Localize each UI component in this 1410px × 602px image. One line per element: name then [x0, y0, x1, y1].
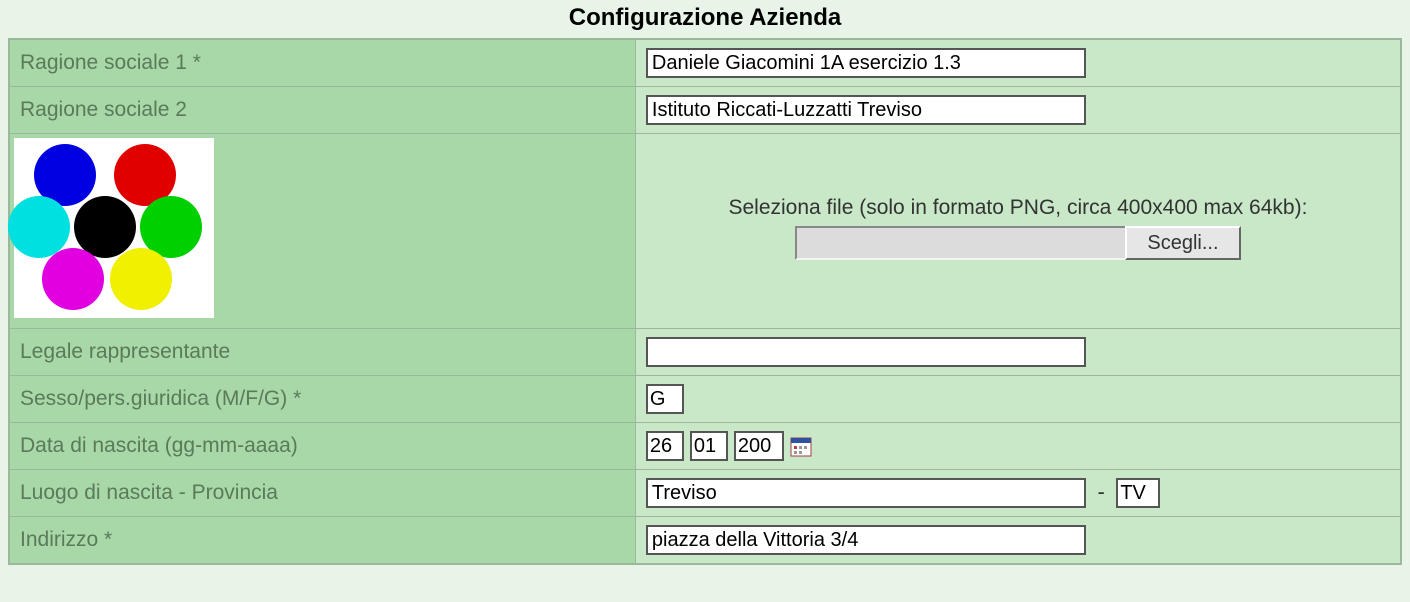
label-luogo-nascita: Luogo di nascita - Provincia	[9, 470, 635, 517]
indirizzo-input[interactable]	[646, 525, 1086, 555]
data-nascita-month-input[interactable]	[690, 431, 728, 461]
config-form: Ragione sociale 1 * Ragione sociale 2	[8, 38, 1402, 565]
provincia-separator: -	[1097, 479, 1104, 504]
logo-circle-icon	[8, 196, 70, 258]
logo-preview	[14, 138, 214, 318]
ragione-sociale-1-input[interactable]	[646, 48, 1086, 78]
label-legale-rappresentante: Legale rappresentante	[9, 329, 635, 376]
logo-circle-icon	[42, 248, 104, 310]
label-sesso: Sesso/pers.giuridica (M/F/G) *	[9, 376, 635, 423]
file-hint: Seleziona file (solo in formato PNG, cir…	[646, 196, 1390, 220]
file-path-display[interactable]	[795, 226, 1125, 260]
logo-circle-icon	[110, 248, 172, 310]
label-ragione-sociale-1: Ragione sociale 1 *	[9, 39, 635, 87]
provincia-input[interactable]	[1116, 478, 1160, 508]
logo-circle-icon	[74, 196, 136, 258]
sesso-input[interactable]	[646, 384, 684, 414]
page-title: Configurazione Azienda	[8, 2, 1402, 38]
file-choose-button[interactable]: Scegli...	[1125, 226, 1240, 260]
data-nascita-year-input[interactable]	[734, 431, 784, 461]
data-nascita-day-input[interactable]	[646, 431, 684, 461]
ragione-sociale-2-input[interactable]	[646, 95, 1086, 125]
label-data-nascita: Data di nascita (gg-mm-aaaa)	[9, 423, 635, 470]
label-ragione-sociale-2: Ragione sociale 2	[9, 87, 635, 134]
label-indirizzo: Indirizzo *	[9, 517, 635, 565]
legale-rappresentante-input[interactable]	[646, 337, 1086, 367]
luogo-nascita-input[interactable]	[646, 478, 1086, 508]
calendar-icon[interactable]	[790, 435, 812, 457]
